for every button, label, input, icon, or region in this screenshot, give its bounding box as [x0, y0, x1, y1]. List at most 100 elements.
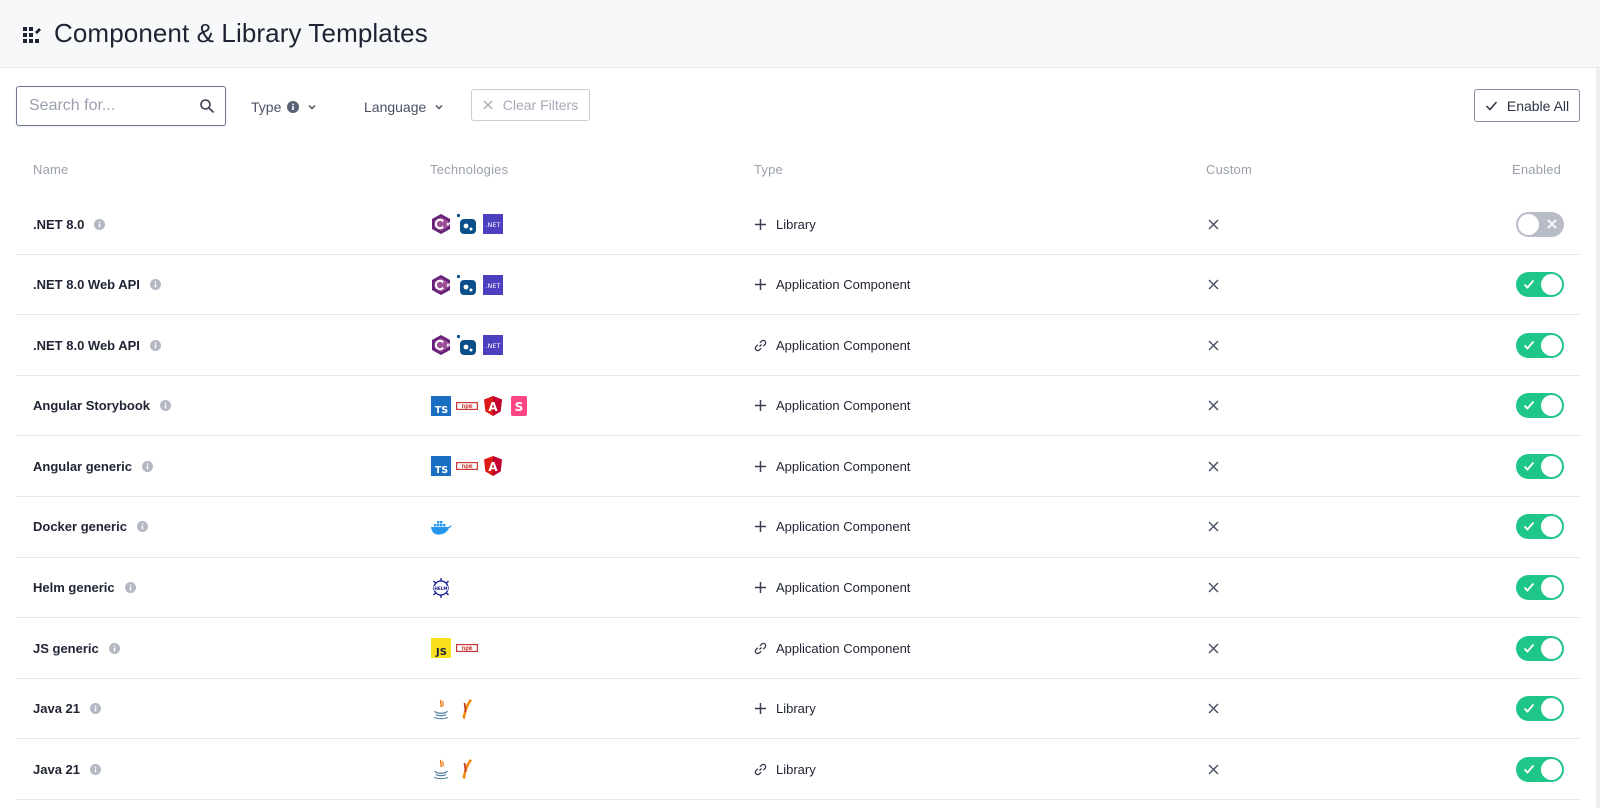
language-filter-dropdown[interactable]: Language	[364, 96, 444, 118]
template-name[interactable]: Docker generic	[33, 519, 127, 534]
search-icon[interactable]	[199, 98, 215, 114]
enabled-toggle[interactable]	[1516, 635, 1564, 661]
type-cell: Application Component	[754, 558, 910, 618]
type-cell: Application Component	[754, 255, 910, 315]
template-name[interactable]: Java 21	[33, 762, 80, 777]
type-cell: Application Component	[754, 618, 910, 678]
table-row[interactable]: .NET 8.0 Web API csharp-icon#dotnet-core…	[16, 315, 1580, 376]
enabled-toggle[interactable]	[1516, 393, 1564, 419]
toggle-knob	[1541, 637, 1562, 659]
plus-icon	[755, 279, 766, 291]
custom-cell	[1208, 679, 1219, 739]
enabled-toggle[interactable]	[1516, 756, 1564, 782]
enabled-toggle[interactable]	[1516, 696, 1564, 722]
info-icon[interactable]	[90, 763, 101, 775]
close-icon	[1208, 400, 1219, 411]
close-icon	[1208, 340, 1219, 351]
table-row[interactable]: Angular Storybook typescript-iconTSnpm-i…	[16, 376, 1580, 437]
column-header-type[interactable]: Type	[754, 162, 783, 177]
enabled-toggle[interactable]	[1516, 575, 1564, 601]
info-icon[interactable]	[141, 460, 153, 472]
svg-text:.NET: .NET	[485, 221, 500, 229]
info-icon[interactable]	[149, 279, 161, 291]
close-icon	[1208, 279, 1219, 290]
chevron-down-icon	[435, 105, 443, 110]
enabled-toggle[interactable]	[1516, 453, 1564, 479]
template-name[interactable]: Java 21	[33, 701, 80, 716]
template-name[interactable]: Angular Storybook	[33, 398, 150, 413]
enabled-toggle[interactable]	[1516, 272, 1564, 298]
template-name[interactable]: .NET 8.0	[33, 217, 84, 232]
template-name[interactable]: Helm generic	[33, 580, 115, 595]
angular-icon: A	[484, 456, 502, 477]
toggle-knob	[1541, 698, 1562, 720]
custom-cell	[1208, 739, 1219, 799]
enabled-toggle[interactable]	[1516, 514, 1564, 540]
close-icon	[1208, 643, 1219, 654]
info-icon[interactable]	[124, 582, 136, 594]
info-icon[interactable]	[94, 218, 106, 230]
info-icon[interactable]	[108, 642, 120, 654]
java-icon	[433, 759, 449, 780]
info-icon[interactable]	[136, 521, 148, 533]
table-row[interactable]: Angular generic typescript-iconTSnpm-ico…	[16, 436, 1580, 497]
template-name[interactable]: .NET 8.0 Web API	[33, 338, 140, 353]
enabled-cell	[1516, 739, 1564, 799]
search-input[interactable]	[29, 87, 189, 125]
column-header-custom[interactable]: Custom	[1206, 162, 1252, 177]
scrollbar-track[interactable]	[1596, 68, 1600, 808]
clear-filters-button[interactable]: Clear Filters	[471, 89, 590, 121]
table-body: .NET 8.0 csharp-icon#dotnet-core-icondot…	[16, 194, 1580, 800]
npm-icon: npm	[456, 401, 478, 410]
typescript-icon: TS	[431, 395, 451, 416]
column-header-enabled[interactable]: Enabled	[1512, 162, 1561, 177]
template-name-cell: Helm generic	[33, 558, 136, 618]
template-name-cell: .NET 8.0 Web API	[33, 315, 161, 375]
template-type: Application Component	[776, 519, 911, 535]
table-row[interactable]: Docker generic docker-icon Application C…	[16, 497, 1580, 558]
dotnet-icon: .NET	[483, 214, 503, 234]
template-type: Library	[776, 761, 816, 777]
svg-text:A: A	[488, 460, 498, 474]
table-row[interactable]: .NET 8.0 Web API csharp-icon#dotnet-core…	[16, 255, 1580, 316]
toggle-knob	[1541, 516, 1562, 538]
table-row[interactable]: Java 21 java-iconmaven-icon Library	[16, 739, 1580, 800]
toggle-knob	[1541, 758, 1562, 780]
column-header-name[interactable]: Name	[33, 162, 68, 177]
template-name-cell: Angular Storybook	[33, 376, 172, 436]
storybook-icon: S	[511, 395, 527, 416]
info-icon[interactable]	[160, 400, 172, 412]
toggle-knob	[1541, 577, 1562, 599]
enabled-cell	[1516, 255, 1564, 315]
close-icon	[1208, 461, 1219, 472]
technologies-cell: csharp-icon#dotnet-core-icondotnet-icon.…	[430, 194, 504, 254]
enabled-toggle[interactable]	[1516, 332, 1564, 358]
enabled-cell	[1516, 436, 1564, 496]
search-box[interactable]	[16, 86, 226, 126]
template-name[interactable]: .NET 8.0 Web API	[33, 277, 140, 292]
technologies-cell: csharp-icon#dotnet-core-icondotnet-icon.…	[430, 315, 504, 375]
custom-cell	[1208, 436, 1219, 496]
info-icon[interactable]	[287, 101, 300, 113]
check-icon	[1523, 461, 1535, 471]
close-icon	[1547, 218, 1557, 229]
type-filter-dropdown[interactable]: Type	[251, 96, 317, 118]
template-name[interactable]: JS generic	[33, 641, 99, 656]
table-row[interactable]: .NET 8.0 csharp-icon#dotnet-core-icondot…	[16, 194, 1580, 255]
table-row[interactable]: Java 21 java-iconmaven-icon Library	[16, 679, 1580, 740]
helm-icon: HELM	[433, 577, 449, 598]
info-icon[interactable]	[149, 339, 161, 351]
info-icon[interactable]	[90, 703, 101, 715]
check-icon	[1523, 280, 1535, 289]
dotnet-core-icon	[456, 335, 476, 356]
type-cell: Library	[754, 194, 816, 254]
table-row[interactable]: JS generic javascript-iconJSnpm-iconnpm …	[16, 618, 1580, 679]
template-name[interactable]: Angular generic	[33, 459, 132, 474]
csharp-icon: #	[432, 335, 450, 356]
maven-icon	[462, 698, 472, 719]
table-row[interactable]: Helm generic helm-iconHELM Application C…	[16, 558, 1580, 619]
enable-all-button[interactable]: Enable All	[1474, 89, 1580, 122]
enabled-cell	[1516, 618, 1564, 678]
enable-all-label: Enable All	[1506, 97, 1570, 114]
enabled-toggle[interactable]	[1516, 211, 1564, 237]
